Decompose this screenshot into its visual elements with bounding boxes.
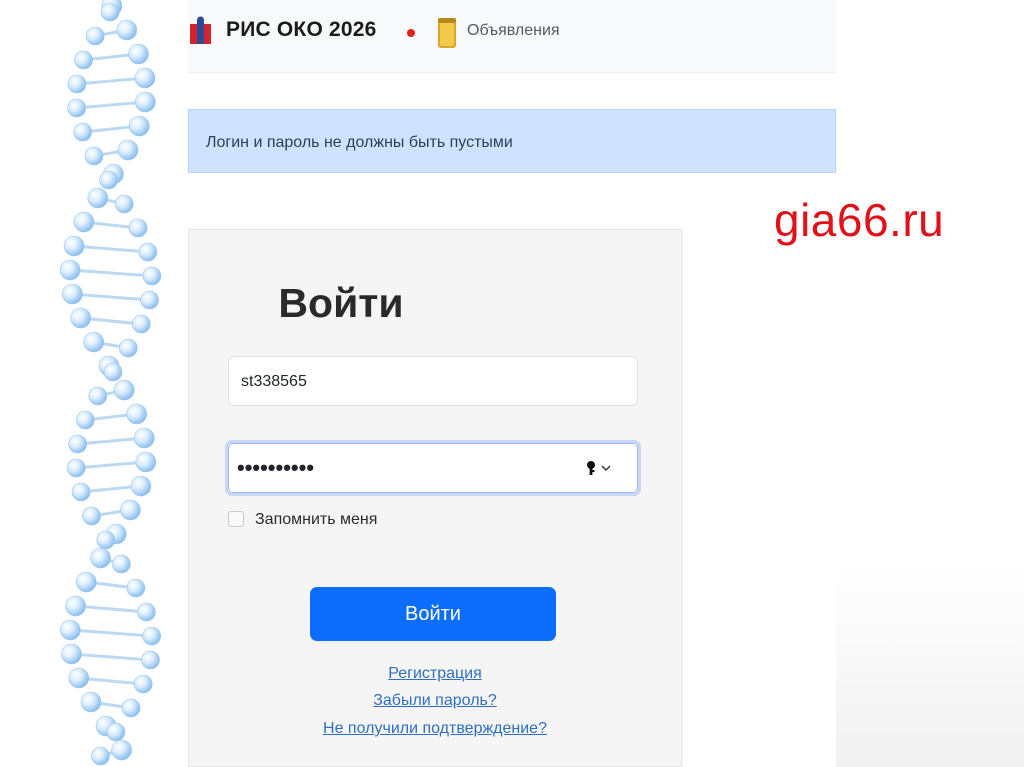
dna-node [137, 602, 156, 622]
dna-decoration [59, 0, 162, 766]
dna-node [120, 499, 141, 521]
dna-node [88, 386, 108, 406]
dna-rung [76, 460, 146, 470]
dna-rung [76, 100, 146, 110]
dna-node [126, 403, 147, 425]
dna-node [103, 362, 123, 382]
status-dot-icon [407, 29, 415, 37]
dna-node [87, 187, 109, 209]
dna-node [134, 427, 155, 449]
dna-node [85, 26, 105, 46]
error-alert: Логин и пароль не должны быть пустыми [188, 109, 836, 173]
no-confirmation-link[interactable]: Не получили подтверждение? [188, 720, 682, 738]
slide-background [836, 560, 1024, 767]
dna-node [73, 211, 95, 233]
dna-node [80, 691, 102, 713]
alert-message: Логин и пароль не должны быть пустыми [206, 134, 513, 151]
dna-node [84, 146, 104, 166]
password-manager-key-icon[interactable] [585, 460, 617, 476]
login-input[interactable]: st338565 [228, 356, 638, 406]
login-submit-button[interactable]: Войти [310, 587, 556, 641]
dna-node [113, 379, 135, 401]
dna-node [119, 338, 138, 358]
register-link[interactable]: Регистрация [188, 665, 682, 683]
dna-node [128, 43, 149, 65]
dna-node [66, 458, 86, 478]
dna-node [111, 739, 132, 761]
dna-node [83, 331, 104, 353]
dna-node [134, 67, 156, 89]
dna-node [138, 242, 158, 262]
dna-node [121, 698, 141, 718]
dna-node [63, 235, 85, 257]
brand-title[interactable]: РИС ОКО 2026 [226, 18, 377, 42]
dna-node [76, 410, 95, 430]
password-value: •••••••••• [237, 455, 315, 480]
dna-node [67, 98, 86, 118]
remember-me-label[interactable]: Запомнить меня [255, 511, 377, 529]
dna-node [106, 722, 126, 742]
dna-node [68, 434, 87, 454]
dna-node [68, 667, 90, 689]
dna-node [71, 482, 91, 502]
dna-node [100, 2, 120, 22]
dna-rung [71, 652, 151, 662]
dna-node [128, 218, 148, 238]
dna-node [61, 643, 82, 665]
dna-node [126, 578, 146, 598]
dna-node [82, 506, 101, 526]
dna-node [133, 674, 153, 694]
password-input[interactable]: •••••••••• [225, 440, 641, 496]
dna-rung [70, 628, 152, 638]
dna-rung [69, 268, 153, 278]
dna-node [65, 595, 86, 617]
remember-me-checkbox[interactable] [228, 511, 244, 527]
dna-node [75, 571, 97, 593]
dna-node [74, 50, 93, 70]
top-navbar: РИС ОКО 2026 Объявления [188, 0, 836, 73]
dna-node [96, 530, 116, 550]
brand-logo-icon[interactable] [188, 16, 214, 48]
dna-node [135, 91, 156, 113]
dna-node [117, 139, 139, 161]
dna-node [91, 746, 110, 766]
dna-node [90, 547, 111, 569]
login-title: Войти [278, 280, 404, 326]
dna-node [112, 554, 131, 574]
dna-node [141, 650, 160, 670]
site-watermark: gia66.ru [774, 194, 945, 246]
dna-node [116, 19, 138, 41]
dna-node [129, 115, 150, 137]
dna-node [114, 194, 134, 214]
dna-node [99, 170, 118, 190]
notes-icon[interactable] [435, 16, 459, 50]
dna-rung [73, 244, 149, 254]
login-value: st338565 [241, 373, 307, 390]
dna-node [73, 122, 92, 142]
dna-node [130, 475, 152, 497]
dna-node [60, 619, 81, 641]
forgot-password-link[interactable]: Забыли пароль? [188, 692, 682, 710]
dna-node [135, 451, 157, 473]
dna-node [67, 74, 87, 94]
dna-rung [75, 604, 147, 614]
dna-node [59, 259, 81, 281]
dna-node [142, 626, 161, 646]
announcements-link[interactable]: Объявления [467, 22, 560, 40]
